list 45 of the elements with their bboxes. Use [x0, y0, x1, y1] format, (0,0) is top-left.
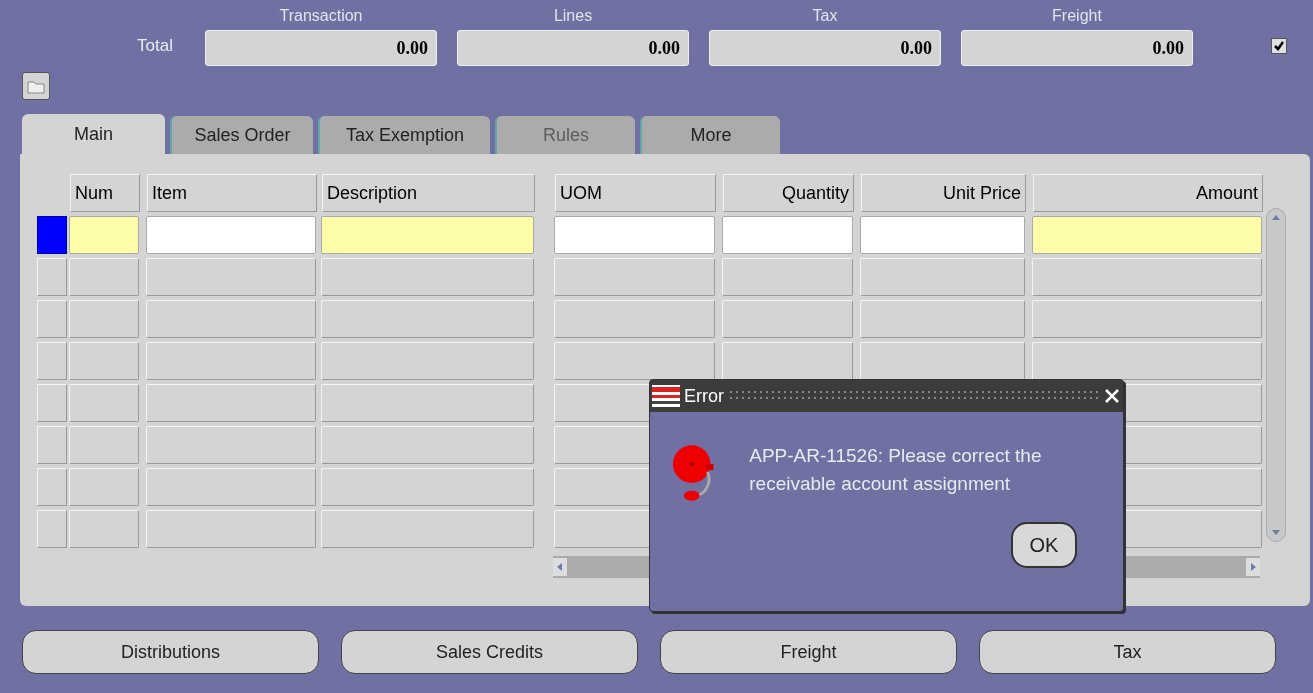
column-header: Quantity: [723, 174, 854, 212]
folder-button[interactable]: [22, 72, 50, 100]
total-label: Total: [137, 34, 174, 57]
total-field: 0.00: [709, 30, 941, 66]
column-header: Unit Price: [861, 174, 1026, 212]
check-icon: [1273, 40, 1285, 52]
close-icon: [1103, 387, 1121, 405]
checkbox[interactable]: [1271, 38, 1287, 54]
total-field: 0.00: [205, 30, 437, 66]
column-header: Num: [70, 174, 140, 212]
total-heading: Tax: [812, 6, 838, 26]
table-cell[interactable]: [860, 216, 1025, 254]
total-heading: Transaction: [279, 6, 363, 26]
table-cell[interactable]: [146, 216, 316, 254]
table-cell[interactable]: [1032, 216, 1262, 254]
total-heading: Freight: [1052, 6, 1102, 26]
total-field: 0.00: [961, 30, 1193, 66]
row-selector[interactable]: [37, 216, 67, 254]
table-cell[interactable]: [554, 216, 715, 254]
dialog-title: Error: [684, 384, 724, 408]
tab[interactable]: Tax Exemption: [318, 116, 490, 154]
scroll-right-icon: [1246, 558, 1260, 576]
folder-icon: [27, 78, 45, 94]
tab[interactable]: Main: [22, 114, 165, 154]
column-header: Item: [147, 174, 317, 212]
vertical-scrollbar[interactable]: [1266, 208, 1286, 542]
action-button[interactable]: Distributions: [22, 630, 319, 674]
column-header: Amount: [1033, 174, 1263, 212]
tab[interactable]: Sales Order: [170, 116, 313, 154]
ok-button[interactable]: OK: [1011, 522, 1077, 568]
table-cell[interactable]: [69, 216, 139, 254]
action-button[interactable]: Tax: [979, 630, 1276, 674]
table-cell[interactable]: [722, 216, 853, 254]
column-header: Description: [322, 174, 535, 212]
tab[interactable]: More: [640, 116, 780, 154]
action-button[interactable]: Freight: [660, 630, 957, 674]
scroll-up-icon: [1271, 213, 1281, 221]
scroll-left-icon: [553, 558, 567, 576]
total-heading: Lines: [553, 6, 593, 26]
column-header: UOM: [555, 174, 716, 212]
error-message: APP-AR-11526: Please correct the receivable account assignment: [749, 444, 1043, 496]
table-cell[interactable]: [321, 216, 534, 254]
action-button[interactable]: Sales Credits: [341, 630, 638, 674]
total-field: 0.00: [457, 30, 689, 66]
scroll-down-icon: [1271, 529, 1281, 537]
